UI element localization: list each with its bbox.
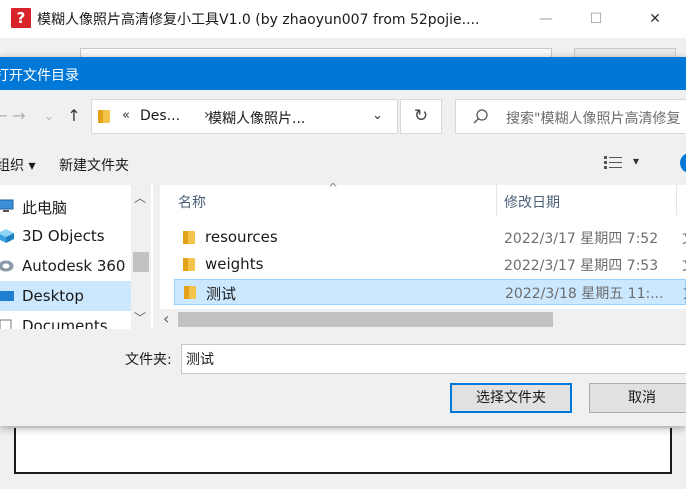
file-modified: 2022/3/18 星期五 11:... bbox=[505, 286, 664, 302]
search-placeholder: 搜索"模糊人像照片高清修复 bbox=[506, 111, 681, 127]
column-header-modified[interactable]: 修改日期 bbox=[504, 192, 560, 212]
dialog-titlebar: 打开文件目录 bbox=[0, 57, 686, 90]
sort-indicator-icon: ^ bbox=[328, 181, 339, 195]
app-icon: ? bbox=[11, 8, 31, 28]
column-divider[interactable] bbox=[496, 185, 497, 215]
scroll-left-icon[interactable]: ‹ bbox=[163, 309, 169, 328]
view-options-icon[interactable] bbox=[604, 155, 622, 171]
file-row-selected[interactable]: 测试 2022/3/18 星期五 11:... 文 bbox=[174, 279, 686, 305]
breadcrumb-current[interactable]: 模糊人像照片... bbox=[208, 108, 305, 128]
nav-item-desktop[interactable]: Desktop bbox=[0, 281, 131, 311]
folder-icon bbox=[183, 231, 195, 244]
desktop-icon bbox=[0, 291, 14, 301]
cancel-button[interactable]: 取消 bbox=[589, 383, 686, 413]
file-type-cut: 文 bbox=[682, 255, 686, 275]
scroll-down-icon[interactable]: ﹀ bbox=[134, 309, 146, 326]
app-preview-box bbox=[14, 428, 672, 474]
search-box[interactable]: 搜索"模糊人像照片高清修复 bbox=[455, 99, 686, 134]
file-modified: 2022/3/17 星期四 7:53 bbox=[504, 258, 659, 274]
documents-icon bbox=[0, 319, 12, 329]
folder-icon bbox=[184, 286, 196, 299]
app-title: 模糊人像照片高清修复小工具V1.0 (by zhaoyun007 from 52… bbox=[37, 12, 480, 28]
recent-locations-button[interactable]: ⌄ bbox=[38, 105, 60, 127]
folder-icon bbox=[183, 258, 195, 271]
file-list: ^ 名称 修改日期 resources 2022/3/17 星期四 7:52 文… bbox=[160, 181, 686, 329]
folder-name-value: 测试 bbox=[186, 352, 214, 368]
this-pc-icon bbox=[0, 199, 14, 212]
address-overflow[interactable]: « bbox=[122, 108, 130, 123]
nav-item-3d-objects[interactable]: 3D Objects bbox=[0, 221, 131, 251]
new-folder-button[interactable]: 新建文件夹 bbox=[59, 155, 129, 175]
chevron-down-icon[interactable]: ⌄ bbox=[372, 108, 383, 123]
column-divider[interactable] bbox=[676, 185, 677, 215]
scroll-up-icon[interactable]: ︿ bbox=[134, 189, 146, 206]
up-button[interactable]: ↑ bbox=[63, 105, 85, 127]
nav-item-label: Desktop bbox=[22, 287, 84, 305]
nav-item-documents[interactable]: Documents bbox=[0, 311, 131, 329]
address-bar[interactable]: « Des... › 模糊人像照片... ⌄ bbox=[91, 99, 398, 134]
nav-item-this-pc[interactable]: 此电脑 bbox=[0, 191, 131, 221]
column-header-name[interactable]: 名称 bbox=[178, 192, 206, 212]
breadcrumb-desktop[interactable]: Des... bbox=[140, 108, 180, 124]
nav-item-label: 此电脑 bbox=[22, 199, 68, 217]
file-name: 测试 bbox=[206, 285, 237, 303]
dialog-title: 打开文件目录 bbox=[0, 68, 79, 84]
file-name: weights bbox=[205, 255, 264, 273]
app-titlebar: ? 模糊人像照片高清修复小工具V1.0 (by zhaoyun007 from … bbox=[0, 0, 686, 38]
refresh-button[interactable]: ↻ bbox=[400, 99, 442, 134]
nav-pane-scroll-thumb[interactable] bbox=[133, 252, 149, 272]
nav-item-autodesk-360[interactable]: Autodesk 360 bbox=[0, 251, 131, 281]
hscroll-thumb[interactable] bbox=[178, 312, 553, 327]
folder-label: 文件夹: bbox=[125, 352, 172, 368]
minimize-button[interactable]: — bbox=[535, 8, 557, 30]
maximize-button[interactable]: ☐ bbox=[585, 8, 607, 30]
folder-name-input[interactable]: 测试 bbox=[181, 344, 686, 374]
3d-objects-icon bbox=[0, 229, 14, 243]
file-row[interactable]: weights 2022/3/17 星期四 7:53 文 bbox=[174, 252, 686, 278]
folder-icon bbox=[98, 110, 110, 123]
folder-picker-dialog: 打开文件目录 ← → ⌄ ↑ « Des... › 模糊人像照片... ⌄ ↻ … bbox=[0, 57, 686, 426]
file-row[interactable]: resources 2022/3/17 星期四 7:52 文 bbox=[174, 225, 686, 251]
select-folder-button[interactable]: 选择文件夹 bbox=[450, 383, 572, 413]
autodesk-360-icon bbox=[0, 260, 14, 272]
help-icon[interactable] bbox=[680, 153, 686, 173]
nav-item-label: Documents bbox=[22, 317, 108, 329]
file-list-hscrollbar[interactable]: ‹ bbox=[160, 309, 686, 329]
forward-button[interactable]: → bbox=[8, 105, 30, 127]
view-dropdown[interactable]: ▾ bbox=[633, 154, 639, 168]
nav-item-label: Autodesk 360 bbox=[22, 257, 126, 275]
organize-menu[interactable]: 组织 ▾ bbox=[0, 155, 35, 175]
file-name: resources bbox=[205, 228, 278, 246]
search-icon bbox=[473, 109, 488, 124]
file-modified: 2022/3/17 星期四 7:52 bbox=[504, 231, 659, 247]
file-type-cut: 文 bbox=[682, 228, 686, 248]
close-button[interactable]: ✕ bbox=[644, 8, 666, 30]
nav-item-label: 3D Objects bbox=[22, 227, 105, 245]
